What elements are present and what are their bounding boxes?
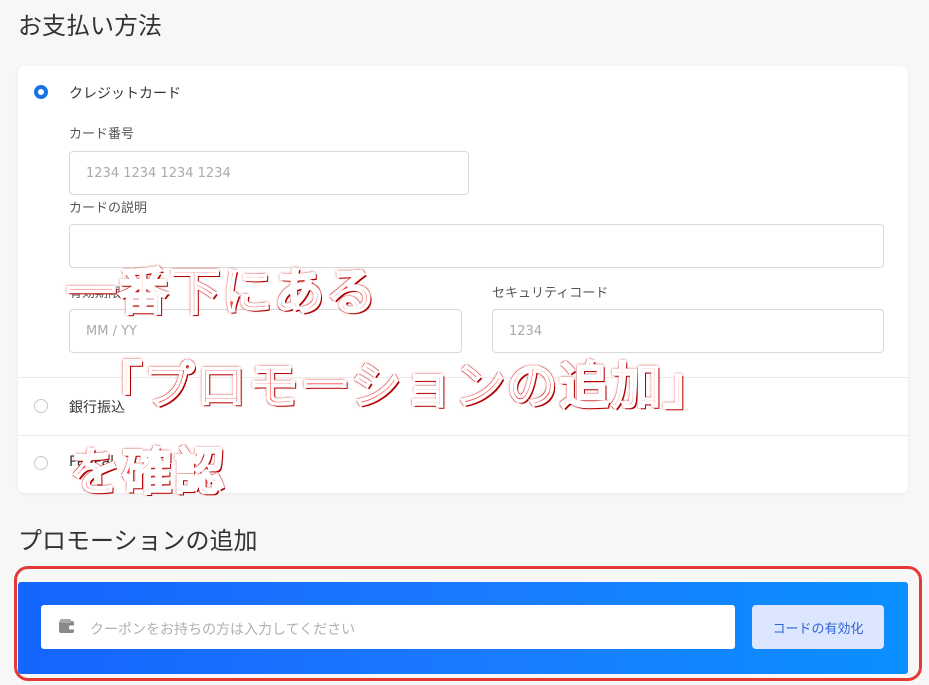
option-label-credit-card: クレジットカード: [69, 86, 181, 102]
annotation-line-2: 「プロモーションの追加」: [91, 356, 715, 416]
radio-bank-transfer[interactable]: [34, 399, 48, 413]
annotation-line-3: を確認: [69, 442, 226, 502]
annotation-line-1: 一番下にある: [65, 262, 378, 322]
payment-section-title: お支払い方法: [18, 12, 162, 40]
radio-paypal[interactable]: [34, 456, 48, 470]
card-description-label: カードの説明: [69, 201, 148, 216]
highlight-frame: [14, 566, 922, 681]
card-number-label: カード番号: [69, 127, 135, 142]
promotion-section-title: プロモーションの追加: [18, 527, 258, 555]
radio-credit-card[interactable]: [34, 85, 48, 99]
security-code-label: セキュリティコード: [492, 286, 609, 301]
card-number-input[interactable]: 1234 1234 1234 1234: [69, 151, 469, 195]
